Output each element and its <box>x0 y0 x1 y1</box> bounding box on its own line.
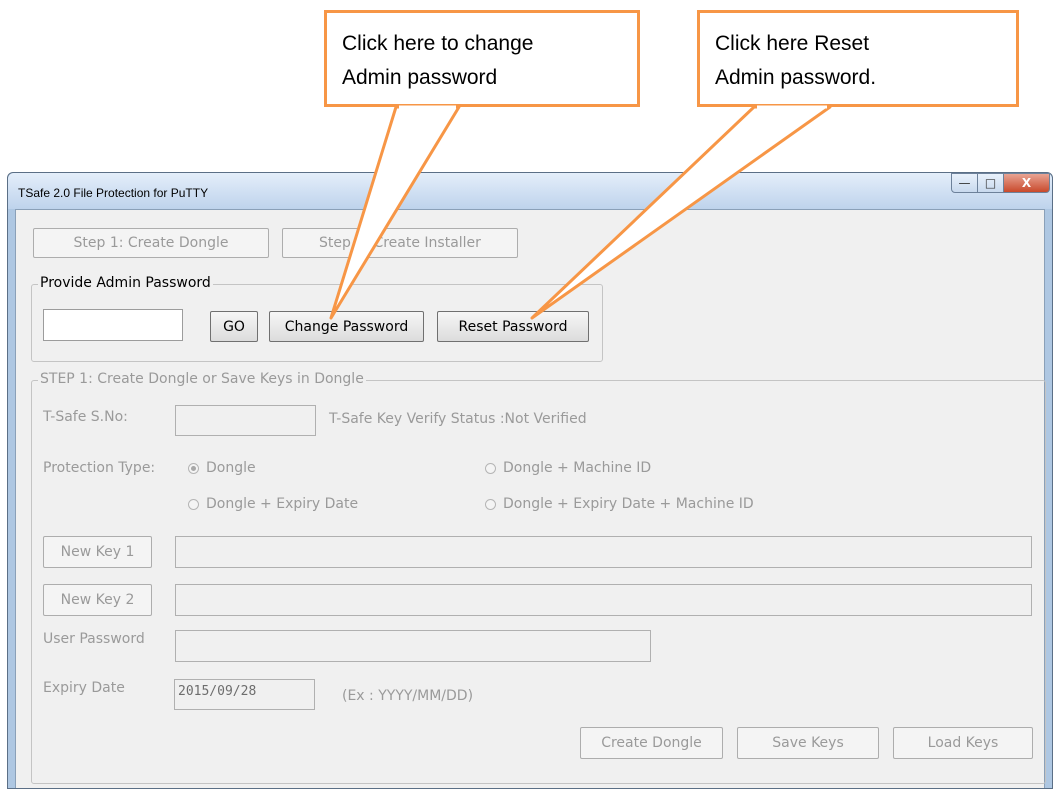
change-password-button[interactable]: Change Password <box>269 311 424 342</box>
callout-reset-line1: Click here Reset <box>715 32 870 55</box>
verify-status-text: T-Safe Key Verify Status :Not Verified <box>329 411 587 427</box>
radio-dongle-label: Dongle <box>206 460 256 476</box>
step1-group-legend: STEP 1: Create Dongle or Save Keys in Do… <box>38 371 366 387</box>
expiry-date-label: Expiry Date <box>43 680 125 696</box>
new-key1-button[interactable]: New Key 1 <box>43 536 152 568</box>
radio-dongle-machine-id-indicator <box>485 462 496 474</box>
title-bar[interactable]: TSafe 2.0 File Protection for PuTTY — □ … <box>8 173 1052 209</box>
app-window: TSafe 2.0 File Protection for PuTTY — □ … <box>7 172 1053 789</box>
window-controls: — □ X <box>951 173 1050 193</box>
maximize-button[interactable]: □ <box>978 173 1004 193</box>
callout-change-line2: Admin password <box>342 66 498 89</box>
close-icon: X <box>1021 176 1032 190</box>
close-button[interactable]: X <box>1004 173 1050 193</box>
radio-dongle-machine-id-label: Dongle + Machine ID <box>503 460 652 476</box>
admin-password-input[interactable] <box>43 309 183 341</box>
window-client-area: Step 1: Create Dongle Step 2: Create Ins… <box>15 209 1046 788</box>
go-button[interactable]: GO <box>210 311 258 342</box>
tsafe-sno-label: T-Safe S.No: <box>43 409 128 425</box>
window-title: TSafe 2.0 File Protection for PuTTY <box>18 186 209 200</box>
radio-dongle-expiry-date[interactable]: Dongle + Expiry Date <box>188 496 358 512</box>
radio-dongle-expiry-date-indicator <box>188 498 199 510</box>
radio-dongle-expiry-machine-id-label: Dongle + Expiry Date + Machine ID <box>503 496 754 512</box>
callout-reset-password: Click here Reset Admin password. <box>697 10 1019 107</box>
radio-dongle-machine-id[interactable]: Dongle + Machine ID <box>485 460 651 476</box>
expiry-date-hint: (Ex : YYYY/MM/DD) <box>342 688 474 704</box>
load-keys-button[interactable]: Load Keys <box>893 727 1033 759</box>
expiry-date-input[interactable]: 2015/09/28 <box>174 679 315 710</box>
tsafe-sno-input[interactable] <box>175 405 316 436</box>
minimize-icon: — <box>958 176 971 190</box>
key1-input[interactable] <box>175 536 1032 568</box>
step1-create-dongle-button[interactable]: Step 1: Create Dongle <box>33 228 269 258</box>
radio-dongle-expiry-machine-id-indicator <box>485 498 496 510</box>
callout-change-line1: Click here to change <box>342 32 534 55</box>
save-keys-button[interactable]: Save Keys <box>737 727 879 759</box>
minimize-button[interactable]: — <box>951 173 978 193</box>
callout-change-password: Click here to change Admin password <box>324 10 640 107</box>
callout-reset-line2: Admin password. <box>715 66 877 89</box>
radio-dongle[interactable]: Dongle <box>188 460 256 476</box>
step2-create-installer-button[interactable]: Step 2: Create Installer <box>282 228 518 258</box>
protection-type-label: Protection Type: <box>43 460 156 476</box>
new-key2-button[interactable]: New Key 2 <box>43 584 152 616</box>
reset-password-button[interactable]: Reset Password <box>437 311 589 342</box>
step1-group: STEP 1: Create Dongle or Save Keys in Do… <box>31 371 1046 784</box>
radio-dongle-indicator <box>188 462 199 474</box>
create-dongle-button[interactable]: Create Dongle <box>580 727 723 759</box>
maximize-icon: □ <box>984 176 997 190</box>
radio-dongle-expiry-date-label: Dongle + Expiry Date <box>206 496 359 512</box>
user-password-input[interactable] <box>175 630 651 662</box>
key2-input[interactable] <box>175 584 1032 616</box>
admin-password-legend: Provide Admin Password <box>38 275 213 291</box>
radio-dongle-expiry-machine-id[interactable]: Dongle + Expiry Date + Machine ID <box>485 496 754 512</box>
user-password-label: User Password <box>43 631 145 647</box>
